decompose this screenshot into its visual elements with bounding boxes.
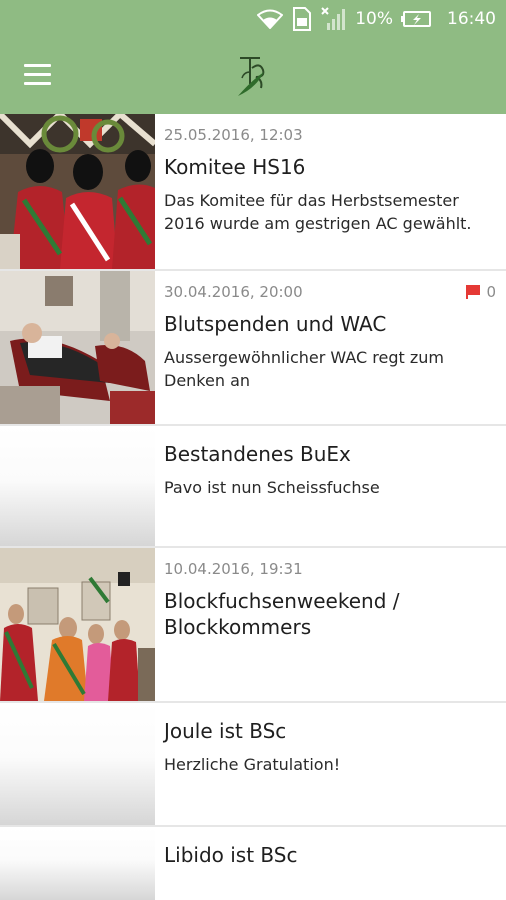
news-title: Bestandenes BuEx [164, 442, 351, 466]
wifi-icon [257, 9, 284, 29]
news-description: Aussergewöhnlicher WAC regt zum Denken a… [164, 348, 444, 390]
news-photo-blockfuchsen [0, 548, 155, 701]
news-description: Das Komitee für das Herbstsemester 2016 … [164, 191, 472, 233]
app-bar: 10% 16:40 [0, 0, 506, 114]
news-photo-blood-donation [0, 271, 155, 424]
list-item[interactable]: Libido ist BSc [0, 827, 506, 900]
news-title: Blutspenden und WAC [164, 312, 387, 336]
news-photo-committee [0, 114, 155, 269]
toolbar [0, 38, 506, 114]
news-description: Pavo ist nun Scheissfuchse [164, 478, 380, 497]
news-photo-placeholder [0, 426, 155, 546]
news-date: 30.04.2016, 20:00 [164, 283, 303, 301]
news-title: Libido ist BSc [164, 843, 298, 867]
news-title: Joule ist BSc [164, 719, 287, 743]
news-description: Herzliche Gratulation! [164, 755, 341, 774]
hamburger-menu-icon[interactable] [24, 64, 52, 86]
list-item[interactable]: 30.04.2016, 20:00 0 Blutspenden und WAC … [0, 271, 506, 426]
news-photo-placeholder [0, 703, 155, 825]
club-logo [230, 50, 276, 102]
battery-icon [401, 10, 431, 28]
list-item[interactable]: Joule ist BSc Herzliche Gratulation! [0, 703, 506, 827]
list-item[interactable]: Bestandenes BuEx Pavo ist nun Scheissfuc… [0, 426, 506, 548]
list-item[interactable]: 10.04.2016, 19:31 Blockfuchsenweekend / … [0, 548, 506, 703]
news-title: Komitee HS16 [164, 155, 306, 179]
news-title: Blockfuchsenweekend / Blockkommers [164, 589, 400, 639]
battery-percent: 10% [355, 9, 393, 29]
news-date: 25.05.2016, 12:03 [164, 126, 303, 144]
news-date: 10.04.2016, 19:31 [164, 560, 303, 578]
comment-flag-icon [466, 285, 481, 299]
news-photo-placeholder [0, 827, 155, 900]
clock: 16:40 [447, 9, 496, 29]
status-bar: 10% 16:40 [0, 0, 506, 38]
comment-count-value: 0 [486, 283, 496, 301]
list-item[interactable]: 25.05.2016, 12:03 Komitee HS16 Das Komit… [0, 114, 506, 271]
signal-icon [321, 7, 347, 31]
sim-icon [291, 7, 313, 31]
comment-count[interactable]: 0 [466, 283, 496, 301]
